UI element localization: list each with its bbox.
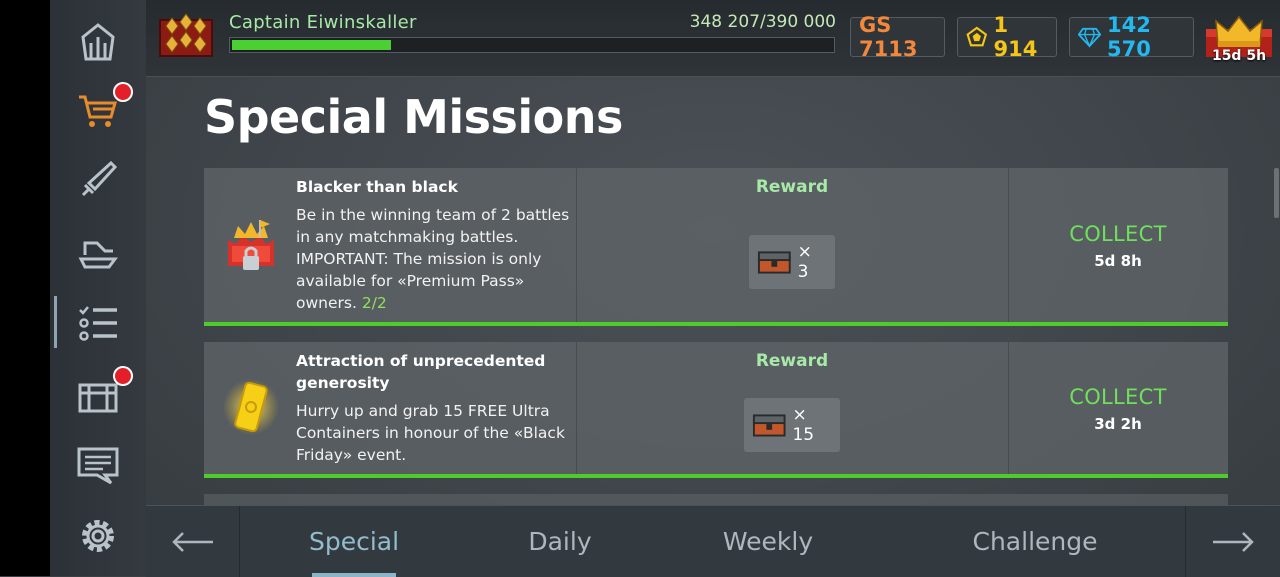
top-bar: Captain Eiwinskaller 348 207/390 000 GS … <box>146 0 1280 77</box>
sidebar-item-ships[interactable] <box>50 222 146 282</box>
mission-description: Be in the winning team of 2 battles in a… <box>296 206 570 312</box>
reward-item[interactable]: × 15 <box>744 398 840 452</box>
tab-special[interactable]: Special <box>284 506 424 577</box>
container-chest-icon <box>757 251 791 274</box>
screen-edge <box>0 0 50 576</box>
xp-progress-fill <box>230 38 394 52</box>
sidebar <box>50 0 147 576</box>
sidebar-item-shop[interactable] <box>50 80 146 140</box>
weapon-icon <box>81 160 118 197</box>
gold-coin-icon <box>966 26 988 47</box>
sidebar-item-hangar[interactable] <box>50 12 146 72</box>
previous-arrow-button[interactable] <box>146 506 240 577</box>
mission-title: Blacker than black <box>296 178 458 196</box>
arrow-right-icon <box>1213 531 1254 552</box>
mission-card: Blacker than black Be in the winning tea… <box>204 168 1228 326</box>
mission-timer: 5d 8h <box>1094 252 1142 270</box>
active-tab-indicator <box>312 573 396 577</box>
sidebar-item-messages[interactable] <box>50 434 146 494</box>
mission-title: Attraction of unprecedented generosity <box>296 352 546 392</box>
rank-badge-icon[interactable] <box>158 12 214 58</box>
mission-timer: 3d 2h <box>1094 415 1142 433</box>
diamonds-value: 142 570 <box>1107 13 1151 61</box>
mission-description: Hurry up and grab 15 FREE Ultra Containe… <box>296 402 565 464</box>
messages-icon <box>77 447 119 485</box>
tab-daily[interactable]: Daily <box>490 506 630 577</box>
gold-card-icon <box>223 379 279 435</box>
diamond-icon <box>1078 27 1101 48</box>
gold-value: 1 914 <box>993 13 1038 61</box>
shop-notification-badge <box>113 82 133 102</box>
sidebar-item-containers[interactable] <box>50 364 146 424</box>
reward-label: Reward <box>755 351 829 371</box>
tab-challenge[interactable]: Challenge <box>955 506 1115 577</box>
missions-list-icon <box>79 306 117 341</box>
gold-chip[interactable]: 1 914 <box>957 13 1057 61</box>
sidebar-item-weapons[interactable] <box>50 150 146 210</box>
player-name: Captain Eiwinskaller <box>229 12 417 33</box>
scrollbar[interactable] <box>1274 168 1279 218</box>
collect-button[interactable]: COLLECT <box>1008 222 1228 246</box>
premium-castle-lock-icon <box>228 220 274 270</box>
container-chest-icon <box>752 414 786 437</box>
arrow-left-icon <box>172 531 213 552</box>
collect-button[interactable]: COLLECT <box>1008 385 1228 409</box>
mission-card: Attraction of unprecedented generosity H… <box>204 342 1228 478</box>
xp-counter: 348 207/390 000 <box>689 12 836 32</box>
xp-progress-bar <box>229 37 835 53</box>
sidebar-item-missions[interactable] <box>50 292 146 352</box>
reward-label: Reward <box>755 177 829 197</box>
sidebar-item-settings[interactable] <box>50 506 146 566</box>
tab-weekly[interactable]: Weekly <box>698 506 838 577</box>
hangar-icon <box>81 23 115 61</box>
next-arrow-button[interactable] <box>1186 506 1280 577</box>
bottom-tab-bar: Special Daily Weekly Challenge <box>146 505 1280 577</box>
reward-item[interactable]: × 3 <box>749 235 835 289</box>
gearscore-chip[interactable]: GS 7113 <box>850 13 945 61</box>
main-area: Captain Eiwinskaller 348 207/390 000 GS … <box>146 0 1280 577</box>
settings-gear-icon <box>82 520 114 552</box>
diamonds-chip[interactable]: 142 570 <box>1069 13 1194 61</box>
premium-timer: 15d 5h <box>1211 48 1267 64</box>
ships-icon <box>78 241 118 269</box>
nav-separator <box>239 506 240 577</box>
containers-notification-badge <box>113 366 133 386</box>
gearscore-value: GS 7113 <box>859 13 918 61</box>
mission-progress: 2/2 <box>361 294 387 312</box>
reward-quantity: × 15 <box>792 405 815 445</box>
reward-quantity: × 3 <box>797 242 812 282</box>
page-title: Special Missions <box>204 90 623 144</box>
